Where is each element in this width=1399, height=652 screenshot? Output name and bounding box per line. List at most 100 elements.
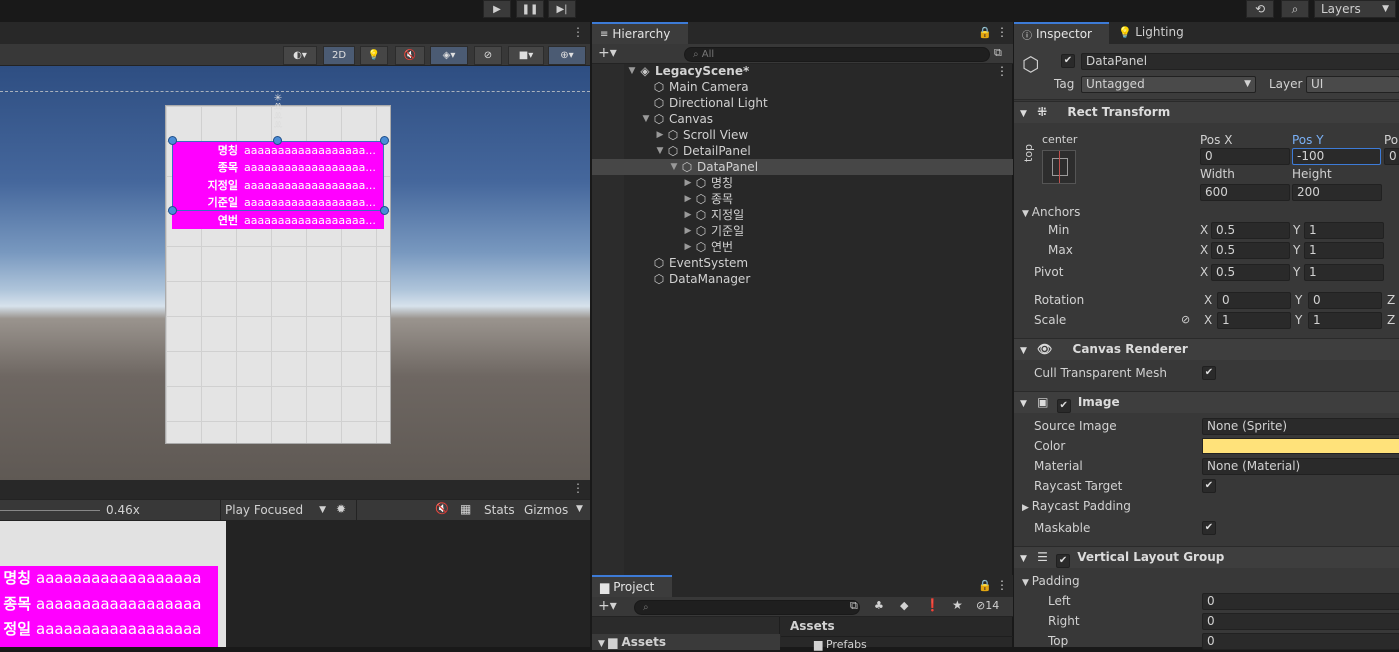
chevron-down-icon[interactable]: ▼ — [654, 143, 666, 159]
hierarchy-item[interactable]: ▼ ⬡ DataPanel — [592, 159, 1013, 175]
cull-checkbox[interactable]: ✔ — [1202, 366, 1216, 380]
chevron-down-icon[interactable]: ▼ — [640, 111, 652, 127]
hierarchy-item[interactable]: ▶ ⬡ 종목 — [592, 191, 1013, 207]
game-more-icon[interactable]: ⋮ — [572, 481, 584, 495]
lighting-toggle[interactable]: 💡 — [360, 46, 388, 65]
scale-y-field[interactable]: 1 — [1308, 312, 1382, 329]
vlg-enabled-checkbox[interactable]: ✔ — [1056, 554, 1071, 568]
pos-z-field[interactable]: 0 — [1384, 148, 1399, 165]
rotation-y-field[interactable]: 0 — [1308, 292, 1382, 309]
chevron-right-icon[interactable]: ▶ — [654, 127, 666, 143]
object-name-field[interactable]: DataPanel — [1081, 53, 1399, 70]
more-icon[interactable]: ⋮ — [996, 25, 1008, 39]
filter-type-icon[interactable]: ♣ — [874, 599, 884, 612]
search-button[interactable]: ⌕ — [1281, 0, 1309, 18]
scale-x-field[interactable]: 1 — [1217, 312, 1291, 329]
prefabs-folder[interactable]: ▆ Prefabs — [814, 638, 867, 651]
scene-search-icon[interactable]: ⧉ — [994, 46, 1002, 60]
rect-transform-header[interactable]: ▼ ⁜ Rect Transform — [1014, 101, 1399, 123]
resize-handle[interactable] — [380, 136, 389, 145]
chevron-right-icon[interactable]: ▶ — [682, 207, 694, 223]
more-icon[interactable]: ⋮ — [996, 578, 1008, 592]
width-field[interactable]: 600 — [1200, 184, 1290, 201]
chevron-down-icon[interactable]: ▼ — [576, 504, 583, 514]
resize-handle[interactable] — [168, 136, 177, 145]
history-button[interactable]: ⟲ — [1246, 0, 1274, 18]
pivot-x-field[interactable]: 0.5 — [1211, 264, 1290, 281]
effects-toggle[interactable]: ◈▾ — [430, 46, 468, 65]
chevron-right-icon[interactable]: ▶ — [682, 175, 694, 191]
warning-icon[interactable]: ❗ — [925, 598, 940, 612]
anchors-foldout[interactable]: ▼ Anchors — [1022, 203, 1080, 221]
add-icon[interactable]: +▾ — [598, 45, 617, 61]
stats-button[interactable]: Stats — [484, 503, 515, 517]
2d-mode-button[interactable]: 2D — [323, 46, 355, 65]
chevron-right-icon[interactable]: ▶ — [682, 191, 694, 207]
hierarchy-item[interactable]: ▶ ⬡ 명칭 — [592, 175, 1013, 191]
color-field[interactable] — [1202, 438, 1399, 454]
anchor-gizmo-icon[interactable]: ✳ ꔛ ꔛ ꔛ — [268, 94, 288, 140]
hierarchy-item[interactable]: ⬡ EventSystem — [592, 255, 1013, 271]
hierarchy-item[interactable]: ▼ ⬡ DetailPanel — [592, 143, 1013, 159]
padding-left-field[interactable]: 0 — [1202, 593, 1399, 610]
anchor-min-y-field[interactable]: 1 — [1304, 222, 1384, 239]
padding-right-field[interactable]: 0 — [1202, 613, 1399, 630]
tag-dropdown[interactable]: Untagged ▼ — [1081, 76, 1256, 93]
hierarchy-item[interactable]: ▶ ⬡ 연번 — [592, 239, 1013, 255]
anchor-min-x-field[interactable]: 0.5 — [1211, 222, 1290, 239]
shading-mode-button[interactable]: ◐▾ — [283, 46, 317, 65]
hierarchy-item[interactable]: ▶ ⬡ Scroll View — [592, 127, 1013, 143]
resize-handle[interactable] — [168, 206, 177, 215]
source-image-field[interactable]: None (Sprite) — [1202, 418, 1399, 435]
lock-icon[interactable]: 🔒 — [978, 26, 992, 39]
anchor-max-y-field[interactable]: 1 — [1304, 242, 1384, 259]
maskable-checkbox[interactable]: ✔ — [1202, 521, 1216, 535]
favorite-icon[interactable]: ★ — [952, 598, 963, 612]
scene-more-icon[interactable]: ⋮ — [572, 25, 584, 39]
pos-y-field[interactable]: -100 — [1292, 148, 1381, 165]
step-button[interactable]: ▶| — [548, 0, 576, 18]
hidden-packages-button[interactable]: ⊘14 — [976, 599, 999, 612]
hierarchy-item[interactable]: ▼ ⬡ Canvas — [592, 111, 1013, 127]
hierarchy-search-input[interactable]: ⌕ All — [684, 47, 990, 62]
hierarchy-item[interactable]: ▶ ⬡ 지정일 — [592, 207, 1013, 223]
lock-icon[interactable]: 🔒 — [978, 579, 992, 592]
camera-button[interactable]: ■▾ — [508, 46, 544, 65]
anchor-presets-button[interactable] — [1042, 150, 1076, 184]
gizmos-toggle[interactable]: ⊕▾ — [548, 46, 586, 65]
visibility-toggle[interactable]: ⊘ — [474, 46, 502, 65]
pause-button[interactable]: ❚❚ — [516, 0, 544, 18]
padding-foldout[interactable]: ▼ Padding — [1022, 572, 1080, 590]
anchor-max-x-field[interactable]: 0.5 — [1211, 242, 1290, 259]
height-field[interactable]: 200 — [1292, 184, 1382, 201]
breadcrumb[interactable]: Assets — [790, 619, 835, 633]
hierarchy-item[interactable]: ⬡ DataManager — [592, 271, 1013, 287]
chevron-down-icon[interactable]: ▼ — [626, 63, 638, 79]
scene-more-icon[interactable]: ⋮ — [996, 63, 1008, 79]
raycast-target-checkbox[interactable]: ✔ — [1202, 479, 1216, 493]
image-header[interactable]: ▼ ▣ ✔ Image — [1014, 391, 1399, 413]
tab-hierarchy[interactable]: ≡ Hierarchy — [592, 22, 688, 44]
material-field[interactable]: None (Material) — [1202, 458, 1399, 475]
chevron-down-icon[interactable]: ▼ — [668, 159, 680, 175]
image-enabled-checkbox[interactable]: ✔ — [1056, 399, 1071, 413]
padding-top-field[interactable]: 0 — [1202, 633, 1399, 650]
tab-lighting[interactable]: 💡 Lighting — [1118, 25, 1184, 39]
chevron-right-icon[interactable]: ▶ — [682, 223, 694, 239]
vertical-layout-group-header[interactable]: ▼ ☰ ✔ Vertical Layout Group — [1014, 546, 1399, 568]
canvas-renderer-header[interactable]: ▼ 👁 Canvas Renderer — [1014, 338, 1399, 360]
mute-icon[interactable]: 🔇 — [435, 502, 449, 515]
project-search-input[interactable]: ⌕ — [634, 600, 860, 615]
play-mode-dropdown[interactable]: Play Focused ▼ — [220, 500, 330, 520]
audio-toggle[interactable]: 🔇 — [395, 46, 425, 65]
play-button[interactable]: ▶ — [483, 0, 511, 18]
pos-x-field[interactable]: 0 — [1200, 148, 1290, 165]
gizmos-button[interactable]: Gizmos — [524, 503, 568, 517]
pivot-handle[interactable] — [273, 136, 282, 145]
search-scope-icon[interactable]: ⧉ — [850, 599, 858, 613]
raycast-padding-foldout[interactable]: ▶ Raycast Padding — [1022, 497, 1131, 515]
grid-icon[interactable]: ▦ — [460, 502, 471, 516]
assets-tree-item[interactable]: ▼ ▆ Assets — [592, 634, 780, 650]
hierarchy-item[interactable]: ⬡ Main Camera — [592, 79, 1013, 95]
bug-icon[interactable]: ✹ — [336, 502, 346, 516]
